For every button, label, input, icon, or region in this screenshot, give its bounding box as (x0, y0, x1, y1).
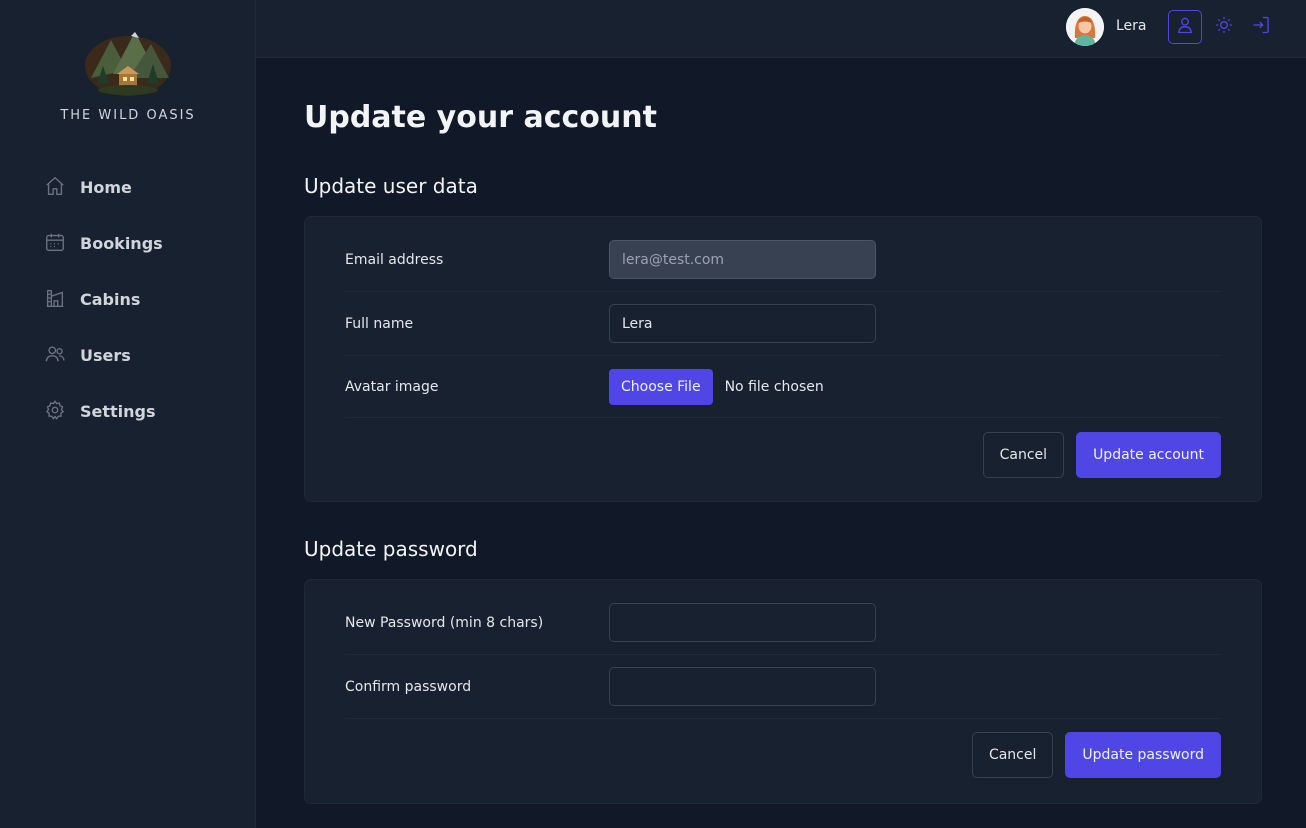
brand-name: THE WILD OASIS (60, 108, 196, 123)
confirm-password-field[interactable] (609, 667, 876, 706)
sidebar-item-cabins[interactable]: Cabins (32, 276, 232, 322)
form-row-fullname: Full name (345, 292, 1222, 356)
sidebar-item-label: Cabins (80, 289, 141, 309)
home-icon (44, 175, 68, 199)
email-label: Email address (345, 251, 444, 268)
sidebar-item-settings[interactable]: Settings (32, 388, 232, 434)
sidebar-item-label: Settings (80, 401, 156, 421)
sidebar-item-users[interactable]: Users (32, 332, 232, 378)
sidebar-item-label: Users (80, 345, 131, 365)
sidebar-item-bookings[interactable]: Bookings (32, 220, 232, 266)
gear-icon (44, 399, 68, 423)
avatar-label: Avatar image (345, 378, 439, 395)
file-status-text: No file chosen (724, 378, 824, 395)
calendar-icon (44, 231, 68, 255)
logout-icon (1251, 15, 1271, 39)
page-title: Update your account (304, 100, 657, 135)
section-title-user-data: Update user data (304, 174, 478, 198)
avatar (1066, 8, 1104, 46)
cabin-icon (44, 287, 68, 311)
main-nav: Home Bookings Cabins Users Settings (32, 164, 232, 444)
fullname-field[interactable] (609, 304, 876, 343)
logo-image (85, 32, 171, 96)
form-row-avatar: Avatar image Choose File No file chosen (345, 356, 1222, 418)
form-row-email: Email address (345, 228, 1222, 292)
users-icon (44, 343, 68, 367)
sun-icon (1214, 15, 1234, 39)
sidebar-item-home[interactable]: Home (32, 164, 232, 210)
section-title-password: Update password (304, 537, 478, 561)
email-field[interactable] (609, 240, 876, 279)
new-password-field[interactable] (609, 603, 876, 642)
password-form: New Password (min 8 chars) Confirm passw… (304, 579, 1262, 804)
sidebar-item-label: Home (80, 177, 132, 197)
update-password-button[interactable]: Update password (1065, 732, 1221, 778)
confirm-password-label: Confirm password (345, 678, 472, 695)
cancel-button[interactable]: Cancel (982, 432, 1065, 478)
logo[interactable]: THE WILD OASIS (0, 26, 256, 123)
update-account-button[interactable]: Update account (1076, 432, 1221, 478)
sidebar: THE WILD OASIS Home Bookings Cabins User… (0, 0, 256, 828)
choose-file-button[interactable]: Choose File (609, 368, 713, 405)
sidebar-item-label: Bookings (80, 233, 163, 253)
user-data-form: Email address Full name Avatar image Cho… (304, 216, 1262, 502)
form-row-new-password: New Password (min 8 chars) (345, 591, 1222, 655)
account-button[interactable] (1168, 10, 1202, 44)
user-name: Lera (1116, 18, 1147, 34)
logout-button[interactable] (1244, 10, 1278, 44)
user-icon (1175, 15, 1195, 39)
password-actions: Cancel Update password (971, 732, 1221, 778)
top-header: Lera (256, 0, 1306, 58)
dark-mode-toggle[interactable] (1207, 10, 1241, 44)
fullname-label: Full name (345, 315, 414, 332)
user-data-actions: Cancel Update account (982, 432, 1221, 478)
cancel-button[interactable]: Cancel (971, 732, 1054, 778)
form-row-confirm-password: Confirm password (345, 655, 1222, 719)
new-password-label: New Password (min 8 chars) (345, 614, 544, 631)
